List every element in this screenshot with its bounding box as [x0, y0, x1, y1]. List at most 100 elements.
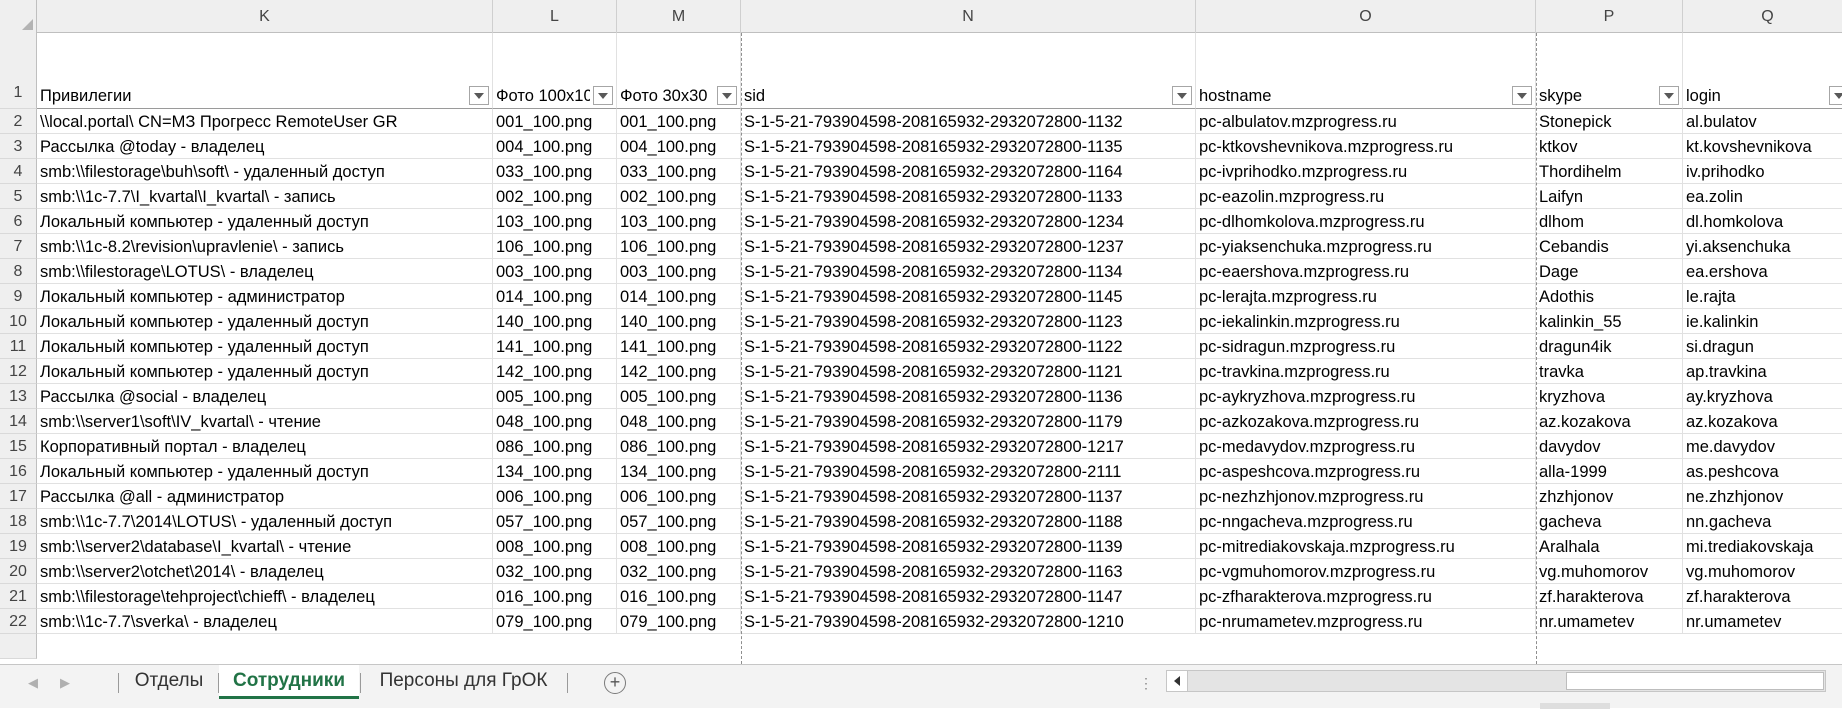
cell-p[interactable]: kalinkin_55 [1536, 309, 1683, 334]
row-header[interactable]: 8 [0, 259, 37, 284]
cell-p[interactable]: travka [1536, 359, 1683, 384]
cell-q[interactable]: zf.harakterova [1683, 584, 1842, 609]
cell-n[interactable]: S-1-5-21-793904598-208165932-2932072800-… [741, 309, 1196, 334]
cell-m[interactable]: 005_100.png [617, 384, 741, 409]
cell-p[interactable]: Dage [1536, 259, 1683, 284]
row-header[interactable]: 11 [0, 334, 37, 359]
row-header[interactable]: 6 [0, 209, 37, 234]
cell-l[interactable]: 142_100.png [493, 359, 617, 384]
cell-k[interactable]: Рассылка @all - администратор [37, 484, 493, 509]
cell-l[interactable]: 103_100.png [493, 209, 617, 234]
cell-o[interactable]: pc-nngacheva.mzprogress.ru [1196, 509, 1536, 534]
cell-l[interactable]: 106_100.png [493, 234, 617, 259]
cell-q[interactable]: nn.gacheva [1683, 509, 1842, 534]
cell-q[interactable]: ay.kryzhova [1683, 384, 1842, 409]
cell-m[interactable]: 006_100.png [617, 484, 741, 509]
column-header-q[interactable]: Q [1683, 0, 1842, 33]
cell-n[interactable]: S-1-5-21-793904598-208165932-2932072800-… [741, 359, 1196, 384]
cell-p[interactable]: nr.umametev [1536, 609, 1683, 634]
cell-o[interactable]: pc-azkozakova.mzprogress.ru [1196, 409, 1536, 434]
cell-l[interactable]: 008_100.png [493, 534, 617, 559]
row-header[interactable]: 7 [0, 234, 37, 259]
cell-n[interactable]: S-1-5-21-793904598-208165932-2932072800-… [741, 509, 1196, 534]
cell-q[interactable]: as.peshcova [1683, 459, 1842, 484]
cell-q[interactable]: le.rajta [1683, 284, 1842, 309]
cell-q[interactable]: ne.zhzhjonov [1683, 484, 1842, 509]
cell-k[interactable]: smb:\\1c-7.7\I_kvartal\I_kvartal\ - запи… [37, 184, 493, 209]
cell-k[interactable]: smb:\\server2\otchet\2014\ - владелец [37, 559, 493, 584]
cell-l[interactable]: 003_100.png [493, 259, 617, 284]
row-header-1[interactable]: 1 [0, 33, 37, 109]
cell-l[interactable]: 140_100.png [493, 309, 617, 334]
tab-persony-dlya-grok[interactable]: Персоны для ГрОК [361, 665, 566, 699]
cell-k[interactable]: Локальный компьютер - удаленный доступ [37, 359, 493, 384]
cell-m[interactable]: 008_100.png [617, 534, 741, 559]
cell-p[interactable]: Adothis [1536, 284, 1683, 309]
cell-q[interactable]: ap.travkina [1683, 359, 1842, 384]
header-cell-o[interactable]: hostname [1196, 33, 1536, 109]
cell-q[interactable]: dl.homkolova [1683, 209, 1842, 234]
row-header[interactable]: 18 [0, 509, 37, 534]
cell-l[interactable]: 005_100.png [493, 384, 617, 409]
cell-n[interactable]: S-1-5-21-793904598-208165932-2932072800-… [741, 534, 1196, 559]
cell-p[interactable]: dragun4ik [1536, 334, 1683, 359]
prev-sheet-icon[interactable]: ◀ [28, 675, 38, 691]
row-header[interactable]: 22 [0, 609, 37, 634]
next-sheet-icon[interactable]: ▶ [60, 675, 70, 691]
cell-l[interactable]: 032_100.png [493, 559, 617, 584]
cell-o[interactable]: pc-nezhzhjonov.mzprogress.ru [1196, 484, 1536, 509]
cell-o[interactable]: pc-mitrediakovskaja.mzprogress.ru [1196, 534, 1536, 559]
tab-split-handle-icon[interactable]: ⋮ [1139, 675, 1153, 692]
cell-p[interactable]: az.kozakova [1536, 409, 1683, 434]
row-header[interactable]: 13 [0, 384, 37, 409]
header-cell-q[interactable]: login [1683, 33, 1842, 109]
cell-k[interactable]: Локальный компьютер - администратор [37, 284, 493, 309]
row-header[interactable]: 5 [0, 184, 37, 209]
row-header[interactable]: 19 [0, 534, 37, 559]
cell-o[interactable]: pc-ktkovshevnikova.mzprogress.ru [1196, 134, 1536, 159]
select-all-corner[interactable] [0, 0, 37, 33]
filter-dropdown-icon[interactable] [469, 86, 489, 105]
cell-n[interactable]: S-1-5-21-793904598-208165932-2932072800-… [741, 459, 1196, 484]
cell-p[interactable]: ktkov [1536, 134, 1683, 159]
filter-dropdown-icon[interactable] [1512, 86, 1532, 105]
cell-m[interactable]: 103_100.png [617, 209, 741, 234]
column-header-k[interactable]: K [37, 0, 493, 33]
cell-p[interactable]: Aralhala [1536, 534, 1683, 559]
header-cell-p[interactable]: skype [1536, 33, 1683, 109]
filter-dropdown-icon[interactable] [1659, 86, 1679, 105]
cell-o[interactable]: pc-travkina.mzprogress.ru [1196, 359, 1536, 384]
cell-p[interactable]: alla-1999 [1536, 459, 1683, 484]
cell-q[interactable]: vg.muhomorov [1683, 559, 1842, 584]
cell-l[interactable]: 006_100.png [493, 484, 617, 509]
cell-l[interactable]: 057_100.png [493, 509, 617, 534]
cell-q[interactable]: yi.aksenchuka [1683, 234, 1842, 259]
row-header[interactable]: 21 [0, 584, 37, 609]
cell-n[interactable]: S-1-5-21-793904598-208165932-2932072800-… [741, 334, 1196, 359]
cell-l[interactable]: 048_100.png [493, 409, 617, 434]
cell-o[interactable]: pc-vgmuhomorov.mzprogress.ru [1196, 559, 1536, 584]
filter-dropdown-icon[interactable] [717, 86, 737, 105]
cell-n[interactable]: S-1-5-21-793904598-208165932-2932072800-… [741, 559, 1196, 584]
cell-l[interactable]: 033_100.png [493, 159, 617, 184]
cell-o[interactable]: pc-dlhomkolova.mzprogress.ru [1196, 209, 1536, 234]
cell-n[interactable]: S-1-5-21-793904598-208165932-2932072800-… [741, 434, 1196, 459]
cell-p[interactable]: davydov [1536, 434, 1683, 459]
row-header[interactable]: 2 [0, 109, 37, 134]
cell-l[interactable]: 016_100.png [493, 584, 617, 609]
cell-q[interactable]: mi.trediakovskaja [1683, 534, 1842, 559]
cell-p[interactable]: dlhom [1536, 209, 1683, 234]
cell-k[interactable]: smb:\\filestorage\LOTUS\ - владелец [37, 259, 493, 284]
cell-n[interactable]: S-1-5-21-793904598-208165932-2932072800-… [741, 209, 1196, 234]
cell-o[interactable]: pc-sidragun.mzprogress.ru [1196, 334, 1536, 359]
row-header-partial[interactable] [0, 634, 37, 659]
cell-m[interactable]: 134_100.png [617, 459, 741, 484]
cell-k[interactable]: smb:\\filestorage\buh\soft\ - удаленный … [37, 159, 493, 184]
cell-k[interactable]: Рассылка @social - владелец [37, 384, 493, 409]
column-header-n[interactable]: N [741, 0, 1196, 33]
cell-p[interactable]: Laifyn [1536, 184, 1683, 209]
cell-n[interactable]: S-1-5-21-793904598-208165932-2932072800-… [741, 134, 1196, 159]
row-header[interactable]: 3 [0, 134, 37, 159]
filter-dropdown-icon[interactable] [1172, 86, 1192, 105]
cell-q[interactable]: ea.ershova [1683, 259, 1842, 284]
